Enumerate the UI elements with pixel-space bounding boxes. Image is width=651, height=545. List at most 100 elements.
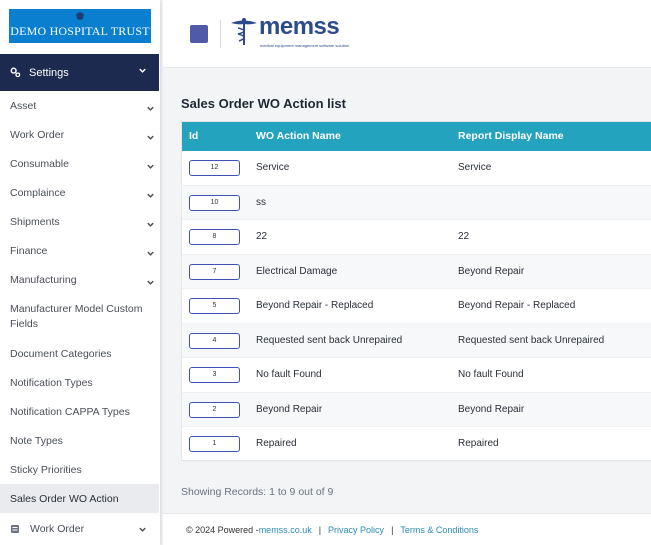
report-display-name-cell: Requested sent back Unrepaired <box>458 334 605 346</box>
report-display-name-cell: Service <box>458 162 492 173</box>
sidebar-item-label: Sticky Priorities <box>10 463 82 476</box>
sidebar-item-label: Work Order <box>10 128 65 141</box>
crest-icon <box>76 12 84 20</box>
sidebar-item-label: Consumable <box>10 157 69 170</box>
row-id-button[interactable]: 1 <box>189 436 240 452</box>
column-header-report-display-name[interactable]: Report Display Name <box>458 130 564 142</box>
row-id-button[interactable]: 3 <box>189 367 240 383</box>
table-row: 2 Beyond Repair Beyond Repair <box>182 392 651 427</box>
terms-conditions-link[interactable]: Terms & Conditions <box>400 525 478 535</box>
sidebar-item-label: Asset <box>10 99 37 112</box>
sidebar-item-sales-order-wo-action[interactable]: Sales Order WO Action <box>0 484 159 513</box>
sidebar-item-work-order[interactable]: Work Order <box>0 120 159 149</box>
sidebar-item-label: Document Categories <box>10 347 112 360</box>
report-display-name-cell: 22 <box>458 231 470 242</box>
actions-table: Id WO Action Name Report Display Name 12… <box>181 121 651 462</box>
chevron-down-icon <box>147 251 154 256</box>
row-id-button[interactable]: 12 <box>189 160 240 176</box>
wo-action-name-cell: Repaired <box>256 438 297 449</box>
menu-toggle-button[interactable] <box>190 25 208 43</box>
table-row: 12 Service Service <box>182 151 651 186</box>
sidebar-item-consumable[interactable]: Consumable <box>0 149 159 178</box>
footer-separator: | <box>391 524 394 535</box>
chevron-down-icon <box>147 222 154 227</box>
table-row: 3 No fault Found No fault Found <box>182 358 651 393</box>
sidebar-item-work-order-bottom[interactable]: Work Order <box>0 513 159 545</box>
logo-wordmark: memss <box>259 13 340 40</box>
wo-action-name-cell: Service <box>256 162 290 173</box>
sidebar-settings-header[interactable]: Settings <box>0 54 159 91</box>
sidebar-item-manufacturing[interactable]: Manufacturing <box>0 265 159 294</box>
sidebar-item-note-types[interactable]: Note Types <box>0 426 159 455</box>
table-row: 5 Beyond Repair - Replaced Beyond Repair -… <box>182 289 651 324</box>
logo-tagline: medical equipment management software so… <box>260 43 350 48</box>
wo-action-name-cell: ss <box>256 196 266 208</box>
divider <box>220 20 221 48</box>
sidebar-item-label: Manufacturer Model Custom Fields <box>10 302 143 330</box>
sidebar-menu: Asset Work Order Consumable Complaince Shipm… <box>0 91 159 513</box>
caduceus-icon <box>231 18 257 45</box>
memss-link[interactable]: memss.co.uk <box>259 525 312 535</box>
table-row: 8 22 22 <box>182 220 651 255</box>
work-order-icon <box>11 525 19 533</box>
page-title: Sales Order WO Action list <box>181 96 346 111</box>
wo-action-name-cell: Requested sent back Unrepaired <box>256 334 403 346</box>
wo-action-name-cell: Beyond Repair - Replaced <box>256 300 374 311</box>
privacy-policy-link[interactable]: Privacy Policy <box>328 525 384 535</box>
chevron-down-icon <box>147 193 154 198</box>
sidebar-item-label: Manufacturing <box>10 273 77 286</box>
wo-action-name-cell: Beyond Repair <box>256 403 323 415</box>
top-bar: memss medical equipment management softw… <box>163 0 651 68</box>
row-id-button[interactable]: 4 <box>189 332 240 349</box>
report-display-name-cell: Repaired <box>458 438 499 449</box>
sidebar-item-shipments[interactable]: Shipments <box>0 207 159 236</box>
report-display-name-cell: Beyond Repair <box>458 265 525 277</box>
table-header: Id WO Action Name Report Display Name <box>182 122 651 151</box>
table-row: 4 Requested sent back Unrepaired Requested… <box>182 323 651 358</box>
sidebar-item-label: Note Types <box>10 434 63 447</box>
sidebar-item-sticky-priorities[interactable]: Sticky Priorities <box>0 455 159 484</box>
report-display-name-cell: No fault Found <box>458 369 524 380</box>
column-header-wo-action-name[interactable]: WO Action Name <box>256 130 341 142</box>
sidebar-item-label: Notification Types <box>10 376 93 389</box>
report-display-name-cell: Beyond Repair - Replaced <box>458 300 576 311</box>
wo-action-name-cell: 22 <box>256 231 268 242</box>
column-header-id[interactable]: Id <box>189 130 198 142</box>
sidebar-item-complaince[interactable]: Complaince <box>0 178 159 207</box>
settings-label: Settings <box>29 66 69 79</box>
chevron-down-icon <box>147 106 154 111</box>
sidebar-item-label: Notification CAPPA Types <box>10 405 130 418</box>
table-row: 1 Repaired Repaired <box>182 427 651 462</box>
chevron-down-icon <box>147 280 154 285</box>
row-id-button[interactable]: 7 <box>189 263 240 280</box>
chevron-down-icon <box>147 164 154 169</box>
row-id-button[interactable]: 2 <box>189 401 240 418</box>
sidebar-item-manufacturer-model-custom-fields[interactable]: Manufacturer Model Custom Fields <box>0 294 159 339</box>
row-id-button[interactable]: 10 <box>189 194 240 211</box>
sidebar-item-label: Shipments <box>10 215 60 228</box>
sidebar-item-document-categories[interactable]: Document Categories <box>0 339 159 368</box>
settings-icon <box>10 67 21 78</box>
row-id-button[interactable]: 5 <box>189 298 240 314</box>
records-summary: Showing Records: 1 to 9 out of 9 <box>181 486 334 498</box>
wo-action-name-cell: No fault Found <box>256 369 322 380</box>
brand-name: DEMO HOSPITAL TRUST <box>10 23 150 38</box>
wo-action-name-cell: Electrical Damage <box>256 265 338 277</box>
sidebar-item-asset[interactable]: Asset <box>0 91 159 120</box>
footer-separator: | <box>318 524 322 535</box>
sidebar-item-notification-types[interactable]: Notification Types <box>0 368 159 397</box>
brand-logo[interactable]: DEMO HOSPITAL TRUST <box>9 9 151 43</box>
sidebar-item-label: Sales Order WO Action <box>10 492 119 505</box>
copyright-text: © 2024 Powered - <box>186 524 259 535</box>
sidebar: DEMO HOSPITAL TRUST Settings Asset Work O… <box>0 0 160 545</box>
chevron-down-icon <box>139 68 146 73</box>
table-row: 10 ss <box>182 185 651 220</box>
sidebar-item-label: Complaince <box>10 186 66 199</box>
chevron-down-icon <box>147 135 154 140</box>
sidebar-item-finance[interactable]: Finance <box>0 236 159 265</box>
memss-logo[interactable]: memss medical equipment management softw… <box>227 13 349 52</box>
sidebar-item-notification-cappa-types[interactable]: Notification CAPPA Types <box>0 397 159 426</box>
chevron-down-icon <box>139 527 146 532</box>
row-id-button[interactable]: 8 <box>189 229 240 245</box>
report-display-name-cell: Beyond Repair <box>458 403 525 415</box>
